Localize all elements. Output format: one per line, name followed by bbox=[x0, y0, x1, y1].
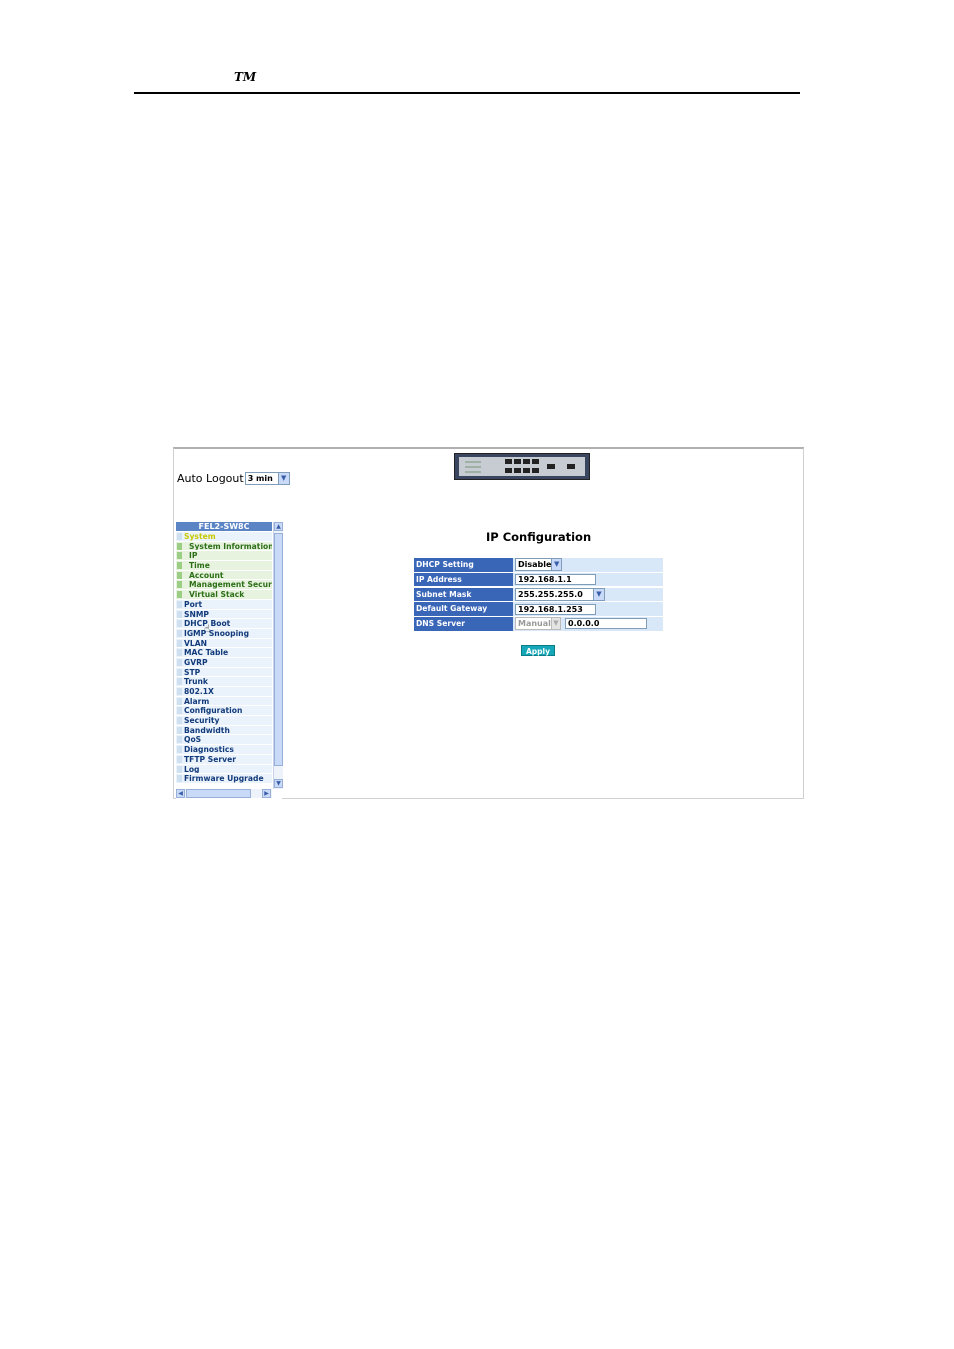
menu-item-firmware-upgrade[interactable]: Firmware Upgrade bbox=[176, 774, 272, 783]
ip-address-input[interactable]: 192.168.1.1 bbox=[515, 574, 596, 586]
menu-item-system[interactable]: System bbox=[176, 532, 272, 541]
scroll-down-icon[interactable]: ▼ bbox=[274, 779, 283, 788]
menu-item-virtual-stack[interactable]: Virtual Stack bbox=[176, 590, 272, 599]
menu-item-802-1x[interactable]: 802.1X bbox=[176, 687, 272, 696]
dhcp-setting-select[interactable]: Disable ▼ bbox=[515, 558, 562, 572]
menu-item-security[interactable]: Security bbox=[176, 716, 272, 725]
menu-item-snmp[interactable]: SNMP bbox=[176, 609, 272, 619]
menu-item-vlan[interactable]: VLAN bbox=[176, 638, 272, 648]
horizontal-scrollbar[interactable]: ◀ ▶ bbox=[176, 789, 272, 798]
chevron-down-icon: ▼ bbox=[550, 618, 560, 630]
hand-cursor-icon: ☝ bbox=[204, 624, 211, 635]
menu-item-tftp-server[interactable]: TFTP Server bbox=[176, 754, 272, 764]
chevron-down-icon: ▼ bbox=[551, 559, 561, 571]
web-ui-screenshot: Auto Logout 3 min ▼ FEL2-SW8C System Syst… bbox=[173, 447, 804, 799]
dns-server-row: DNS Server Manual ▼ 0.0.0.0 bbox=[414, 617, 663, 632]
apply-button[interactable]: Apply bbox=[521, 645, 555, 656]
menu-item-bandwidth[interactable]: Bandwidth bbox=[176, 725, 272, 735]
menu-item-mac-table[interactable]: MAC Table bbox=[176, 648, 272, 657]
auto-logout: Auto Logout 3 min ▼ bbox=[177, 472, 290, 485]
subnet-mask-row: Subnet Mask 255.255.255.0 ▼ bbox=[414, 587, 663, 603]
subnet-mask-value: 255.255.255.0 bbox=[518, 589, 583, 599]
ip-config-table: DHCP Setting Disable ▼ IP Address 192.16… bbox=[414, 558, 663, 632]
scroll-right-icon[interactable]: ▶ bbox=[262, 789, 271, 798]
ip-address-row: IP Address 192.168.1.1 bbox=[414, 572, 663, 588]
dhcp-setting-value: Disable bbox=[518, 560, 552, 570]
default-gateway-input[interactable]: 192.168.1.253 bbox=[515, 603, 596, 615]
menu-item-account[interactable]: Account bbox=[176, 570, 272, 580]
menu-item-gvrp[interactable]: GVRP bbox=[176, 657, 272, 667]
vertical-scrollbar[interactable]: ▲ ▼ bbox=[273, 522, 283, 789]
auto-logout-select[interactable]: 3 min ▼ bbox=[244, 472, 290, 485]
switch-device-image bbox=[454, 453, 590, 480]
menu-item-time[interactable]: Time bbox=[176, 561, 272, 570]
trademark-mark: TM bbox=[234, 70, 257, 84]
dns-mode-value: Manual bbox=[518, 619, 551, 629]
page-title: IP Configuration bbox=[486, 530, 592, 544]
menu-item-dhcp-boot[interactable]: DHCP Boot bbox=[176, 619, 272, 628]
subnet-mask-label: Subnet Mask bbox=[414, 587, 513, 603]
scroll-left-icon[interactable]: ◀ bbox=[176, 789, 185, 798]
ip-address-label: IP Address bbox=[414, 572, 513, 588]
auto-logout-label: Auto Logout bbox=[177, 472, 244, 485]
dns-server-label: DNS Server bbox=[414, 617, 513, 632]
menu-item-stp[interactable]: STP bbox=[176, 667, 272, 677]
menu-item-trunk[interactable]: Trunk bbox=[176, 677, 272, 686]
navigation-menu: FEL2-SW8C System System Information IP Time… bbox=[176, 522, 283, 799]
menu-item-qos[interactable]: QoS bbox=[176, 735, 272, 745]
menu-list: System System Information IP Time Account Man… bbox=[176, 532, 272, 784]
dns-server-input[interactable]: 0.0.0.0 bbox=[565, 618, 647, 630]
document-header: TM bbox=[134, 68, 800, 94]
default-gateway-label: Default Gateway bbox=[414, 602, 513, 617]
menu-item-ip[interactable]: IP bbox=[176, 551, 272, 561]
chevron-down-icon: ▼ bbox=[277, 473, 289, 484]
horizontal-scroll-thumb[interactable] bbox=[186, 789, 251, 798]
chevron-down-icon: ▼ bbox=[593, 588, 604, 600]
dhcp-setting-label: DHCP Setting bbox=[414, 558, 513, 573]
scroll-up-icon[interactable]: ▲ bbox=[274, 522, 283, 531]
auto-logout-value: 3 min bbox=[247, 474, 273, 483]
subnet-mask-select[interactable]: 255.255.255.0 ▼ bbox=[515, 587, 605, 601]
scroll-thumb[interactable] bbox=[274, 533, 283, 766]
dns-mode-select[interactable]: Manual ▼ bbox=[515, 617, 561, 631]
menu-item-management-security[interactable]: Management Security bbox=[176, 580, 272, 590]
menu-item-igmp-snooping[interactable]: IGMP Snooping bbox=[176, 628, 272, 638]
dhcp-setting-row: DHCP Setting Disable ▼ bbox=[414, 558, 663, 573]
header-rule bbox=[134, 92, 800, 94]
menu-item-configuration[interactable]: Configuration bbox=[176, 706, 272, 716]
menu-item-alarm[interactable]: Alarm bbox=[176, 696, 272, 706]
menu-title: FEL2-SW8C bbox=[176, 522, 272, 531]
menu-item-diagnostics[interactable]: Diagnostics bbox=[176, 745, 272, 754]
default-gateway-row: Default Gateway 192.168.1.253 bbox=[414, 602, 663, 617]
menu-item-log[interactable]: Log bbox=[176, 764, 272, 774]
menu-item-port[interactable]: Port bbox=[176, 599, 272, 609]
menu-item-system-information[interactable]: System Information bbox=[176, 541, 272, 551]
